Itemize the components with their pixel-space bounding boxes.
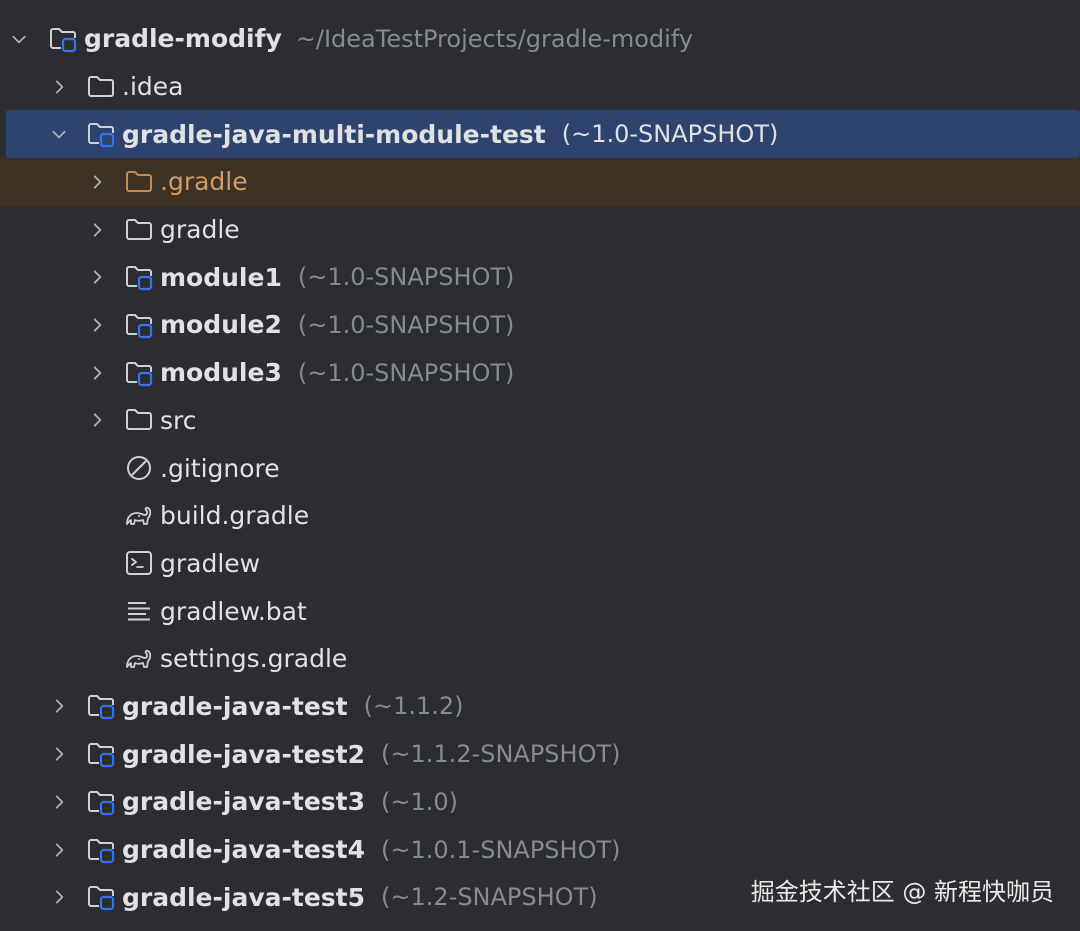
- tree-row-module1[interactable]: module1 (~1.0-SNAPSHOT): [0, 253, 1080, 301]
- chevron-right-icon[interactable]: [48, 886, 70, 908]
- module-folder-icon: [124, 358, 154, 388]
- watermark: 掘金技术社区 @ 新程快咖员: [750, 878, 1054, 906]
- tree-row-label: .idea: [122, 72, 184, 102]
- tree-row-version: (~1.0-SNAPSHOT): [297, 358, 515, 387]
- tree-row-label: gradle-java-test: [122, 691, 348, 721]
- tree-row-label: gradle-java-multi-module-test: [122, 119, 546, 149]
- tree-row-gradle-java-test4[interactable]: gradle-java-test4 (~1.0.1-SNAPSHOT): [0, 826, 1080, 874]
- chevron-right-icon[interactable]: [48, 76, 70, 98]
- gradle-elephant-icon: [124, 501, 154, 531]
- chevron-right-icon[interactable]: [48, 839, 70, 861]
- tree-row-version: (~1.0): [381, 787, 459, 816]
- terminal-script-icon: [124, 548, 154, 578]
- tree-row-version: (~1.0.1-SNAPSHOT): [381, 835, 621, 864]
- tree-row-label: module3: [160, 358, 282, 388]
- tree-row-label: .gradle: [160, 167, 248, 197]
- tree-row-gradlew[interactable]: gradlew: [0, 540, 1080, 588]
- tree-row-label: settings.gradle: [160, 644, 348, 674]
- module-folder-icon: [86, 119, 116, 149]
- module-folder-icon: [86, 691, 116, 721]
- chevron-right-icon[interactable]: [86, 362, 108, 384]
- chevron-right-icon[interactable]: [86, 409, 108, 431]
- chevron-right-icon[interactable]: [48, 695, 70, 717]
- chevron-right-icon[interactable]: [86, 171, 108, 193]
- tree-row-label: build.gradle: [160, 501, 310, 531]
- tree-row-version: (~1.1.2): [363, 692, 464, 721]
- tree-row-build-gradle[interactable]: build.gradle: [0, 492, 1080, 540]
- module-folder-icon: [86, 835, 116, 865]
- tree-row-label: gradlew: [160, 548, 261, 578]
- tree-row-gradle-modify[interactable]: gradle-modify ~/IdeaTestProjects/gradle-…: [0, 15, 1080, 63]
- project-tree: gradle-modify ~/IdeaTestProjects/gradle-…: [0, 15, 1080, 921]
- tree-row-gradlew-bat[interactable]: gradlew.bat: [0, 587, 1080, 635]
- tree-row-gradle-java-multi-module-test[interactable]: gradle-java-multi-module-test (~1.0-SNAP…: [6, 110, 1080, 159]
- folder-icon: [86, 72, 116, 102]
- tree-row-label: module1: [160, 262, 282, 292]
- ignore-file-icon: [124, 453, 154, 483]
- tree-row-label: gradle-java-test5: [122, 882, 366, 912]
- module-folder-icon: [86, 882, 116, 912]
- tree-row-src[interactable]: src: [0, 397, 1080, 445]
- tree-row-label: gradle-modify: [84, 24, 282, 54]
- chevron-down-icon[interactable]: [48, 123, 70, 145]
- tree-row-label: .gitignore: [160, 453, 280, 483]
- tree-row-gradle-java-test2[interactable]: gradle-java-test2 (~1.1.2-SNAPSHOT): [0, 730, 1080, 778]
- module-folder-icon: [86, 787, 116, 817]
- chevron-right-icon[interactable]: [48, 743, 70, 765]
- chevron-right-icon[interactable]: [86, 266, 108, 288]
- tree-row-settings-gradle[interactable]: settings.gradle: [0, 635, 1080, 683]
- tree-row-label: module2: [160, 310, 282, 340]
- tree-row-version: (~1.1.2-SNAPSHOT): [381, 740, 621, 769]
- tree-row-version: (~1.2-SNAPSHOT): [381, 883, 598, 912]
- tree-row-module3[interactable]: module3 (~1.0-SNAPSHOT): [0, 349, 1080, 397]
- tree-row-module2[interactable]: module2 (~1.0-SNAPSHOT): [0, 301, 1080, 349]
- module-folder-icon: [48, 24, 78, 54]
- module-folder-icon: [86, 739, 116, 769]
- tree-row-label: gradlew.bat: [160, 596, 307, 626]
- tree-row-gradle[interactable]: gradle: [0, 206, 1080, 254]
- chevron-right-icon[interactable]: [86, 219, 108, 241]
- tree-row-idea[interactable]: .idea: [0, 63, 1080, 111]
- tree-row-label: gradle-java-test2: [122, 739, 366, 769]
- chevron-down-icon[interactable]: [8, 28, 30, 50]
- tree-row-label: gradle-java-test4: [122, 835, 366, 865]
- text-file-icon: [124, 596, 154, 626]
- module-folder-icon: [124, 262, 154, 292]
- tree-row-version: (~1.0-SNAPSHOT): [297, 310, 515, 339]
- module-folder-icon: [124, 310, 154, 340]
- tree-row-version: (~1.0-SNAPSHOT): [561, 120, 779, 149]
- chevron-right-icon[interactable]: [48, 791, 70, 813]
- tree-row-gradle-java-test[interactable]: gradle-java-test (~1.1.2): [0, 683, 1080, 731]
- folder-icon: [124, 405, 154, 435]
- tree-row-dot-gradle[interactable]: .gradle: [0, 158, 1080, 206]
- tree-row-version: (~1.0-SNAPSHOT): [297, 263, 515, 292]
- folder-icon: [124, 167, 154, 197]
- tree-row-gradle-java-test3[interactable]: gradle-java-test3 (~1.0): [0, 778, 1080, 826]
- chevron-right-icon[interactable]: [86, 314, 108, 336]
- tree-row-path: ~/IdeaTestProjects/gradle-modify: [295, 24, 694, 53]
- folder-icon: [124, 215, 154, 245]
- tree-row-label: gradle: [160, 215, 240, 245]
- tree-row-gitignore[interactable]: .gitignore: [0, 444, 1080, 492]
- gradle-elephant-icon: [124, 644, 154, 674]
- tree-row-label: gradle-java-test3: [122, 787, 366, 817]
- tree-row-label: src: [160, 405, 197, 435]
